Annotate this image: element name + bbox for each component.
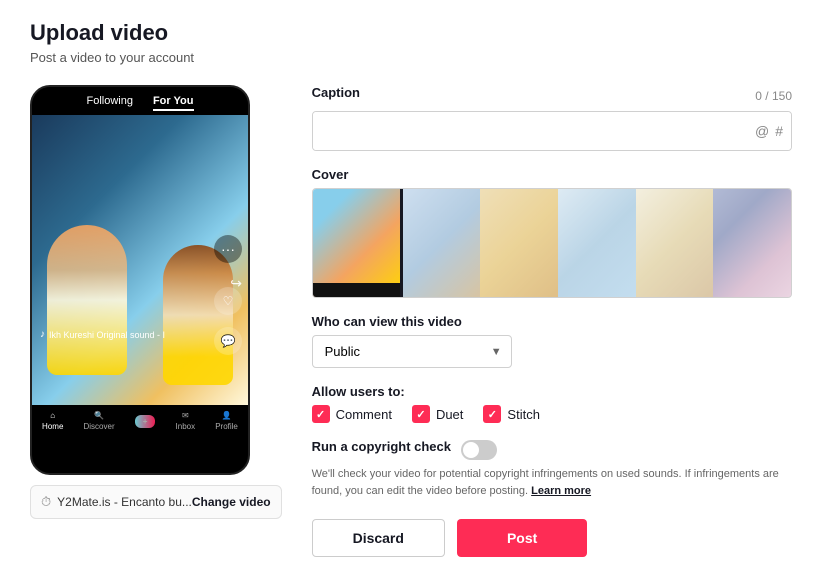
main-content: Following For You ··· ↪ ♡ 💬 ♪ Ikh Kuresh… xyxy=(30,85,792,557)
copyright-toggle[interactable] xyxy=(461,440,497,460)
nav-home[interactable]: ⌂ Home xyxy=(42,411,63,431)
change-video-button[interactable]: Change video xyxy=(192,495,271,509)
cover-thumbnails xyxy=(403,189,791,297)
nav-add[interactable]: + xyxy=(135,415,156,428)
view-section: Who can view this video Public Friends O… xyxy=(312,314,792,368)
caption-icons: @ # xyxy=(755,123,783,139)
copyright-label: Run a copyright check xyxy=(312,439,451,454)
phone-video-area: ··· ↪ ♡ 💬 ♪ Ikh Kureshi Original sound -… xyxy=(32,115,248,405)
caption-label: Caption xyxy=(312,85,360,100)
cover-selected-image xyxy=(313,189,400,297)
cover-thumb-5[interactable] xyxy=(713,189,791,297)
cover-thumb-4[interactable] xyxy=(636,189,714,297)
stitch-checkbox-box[interactable]: ✓ xyxy=(483,405,501,423)
checkbox-duet[interactable]: ✓ Duet xyxy=(412,405,463,423)
allow-options: ✓ Comment ✓ Duet ✓ Stitch xyxy=(312,405,792,423)
cover-thumb-3[interactable] xyxy=(558,189,636,297)
sound-text: Ikh Kureshi Original sound - I xyxy=(49,330,165,340)
phone-top-bar: Following For You xyxy=(32,87,248,115)
copyright-header: Run a copyright check xyxy=(312,439,792,460)
phone-side-icons: ♡ 💬 xyxy=(214,287,242,355)
nav-discover[interactable]: 🔍 Discover xyxy=(84,411,115,431)
comment-checkbox-label: Comment xyxy=(336,407,392,422)
tab-following[interactable]: Following xyxy=(86,95,132,111)
nav-profile[interactable]: 👤 Profile xyxy=(215,411,238,431)
page-title: Upload video xyxy=(30,20,792,46)
cover-thumb-1[interactable] xyxy=(403,189,481,297)
video-source-label: Y2Mate.is - Encanto bu... xyxy=(57,495,192,509)
cover-bottom-bar xyxy=(313,283,400,297)
nav-inbox[interactable]: ✉ Inbox xyxy=(176,411,196,431)
copyright-description: We'll check your video for potential cop… xyxy=(312,466,792,499)
heart-icon[interactable]: ♡ xyxy=(214,287,242,315)
visibility-label: Who can view this video xyxy=(312,314,792,329)
phone-bottom-nav: ⌂ Home 🔍 Discover + ✉ Inbox xyxy=(32,411,248,431)
caption-input-wrapper: @ # xyxy=(312,111,792,151)
sound-note-icon: ♪ xyxy=(40,329,45,340)
checkbox-comment[interactable]: ✓ Comment xyxy=(312,405,392,423)
duet-checkbox-box[interactable]: ✓ xyxy=(412,405,430,423)
duet-checkbox-label: Duet xyxy=(436,407,463,422)
cover-strip[interactable] xyxy=(312,188,792,298)
caption-row: Caption 0 / 150 xyxy=(312,85,792,106)
allow-label: Allow users to: xyxy=(312,384,792,399)
tab-for-you[interactable]: For You xyxy=(153,95,194,111)
cover-thumb-2[interactable] xyxy=(480,189,558,297)
video-source-info: ⏱ Y2Mate.is - Encanto bu... xyxy=(41,494,192,510)
stitch-checkbox-label: Stitch xyxy=(507,407,540,422)
dots-icon[interactable]: ··· xyxy=(214,235,242,263)
comment-checkbox-box[interactable]: ✓ xyxy=(312,405,330,423)
comment-check-icon: ✓ xyxy=(316,408,325,421)
hash-icon[interactable]: # xyxy=(775,123,783,139)
toggle-knob xyxy=(463,442,479,458)
video-source-icon: ⏱ xyxy=(41,494,51,510)
page-subtitle: Post a video to your account xyxy=(30,50,792,65)
discard-button[interactable]: Discard xyxy=(312,519,445,557)
caption-count: 0 / 150 xyxy=(755,89,792,103)
cover-label: Cover xyxy=(312,167,792,182)
learn-more-link[interactable]: Learn more xyxy=(531,485,591,497)
character-left xyxy=(47,225,127,375)
duet-check-icon: ✓ xyxy=(416,408,425,421)
copyright-section: Run a copyright check We'll check your v… xyxy=(312,439,792,499)
cover-selected-frame[interactable] xyxy=(313,189,403,297)
phone-preview-column: Following For You ··· ↪ ♡ 💬 ♪ Ikh Kuresh… xyxy=(30,85,282,519)
phone-mockup: Following For You ··· ↪ ♡ 💬 ♪ Ikh Kuresh… xyxy=(30,85,250,475)
at-icon[interactable]: @ xyxy=(755,123,769,139)
stitch-check-icon: ✓ xyxy=(488,408,497,421)
allow-section: Allow users to: ✓ Comment ✓ Duet ✓ xyxy=(312,384,792,423)
cover-section: Cover xyxy=(312,167,792,298)
visibility-select[interactable]: Public Friends Only me xyxy=(312,335,512,368)
phone-bottom-bar: ⌂ Home 🔍 Discover + ✉ Inbox xyxy=(32,405,248,435)
checkbox-stitch[interactable]: ✓ Stitch xyxy=(483,405,540,423)
action-buttons: Discard Post xyxy=(312,519,792,557)
video-source-bar: ⏱ Y2Mate.is - Encanto bu... Change video xyxy=(30,485,282,519)
visibility-select-wrapper: Public Friends Only me ▼ xyxy=(312,335,512,368)
post-button[interactable]: Post xyxy=(457,519,587,557)
phone-sound-bar: ♪ Ikh Kureshi Original sound - I xyxy=(40,329,198,340)
comment-icon[interactable]: 💬 xyxy=(214,327,242,355)
caption-input[interactable] xyxy=(313,112,791,150)
right-panel: Caption 0 / 150 @ # Cover xyxy=(312,85,792,557)
